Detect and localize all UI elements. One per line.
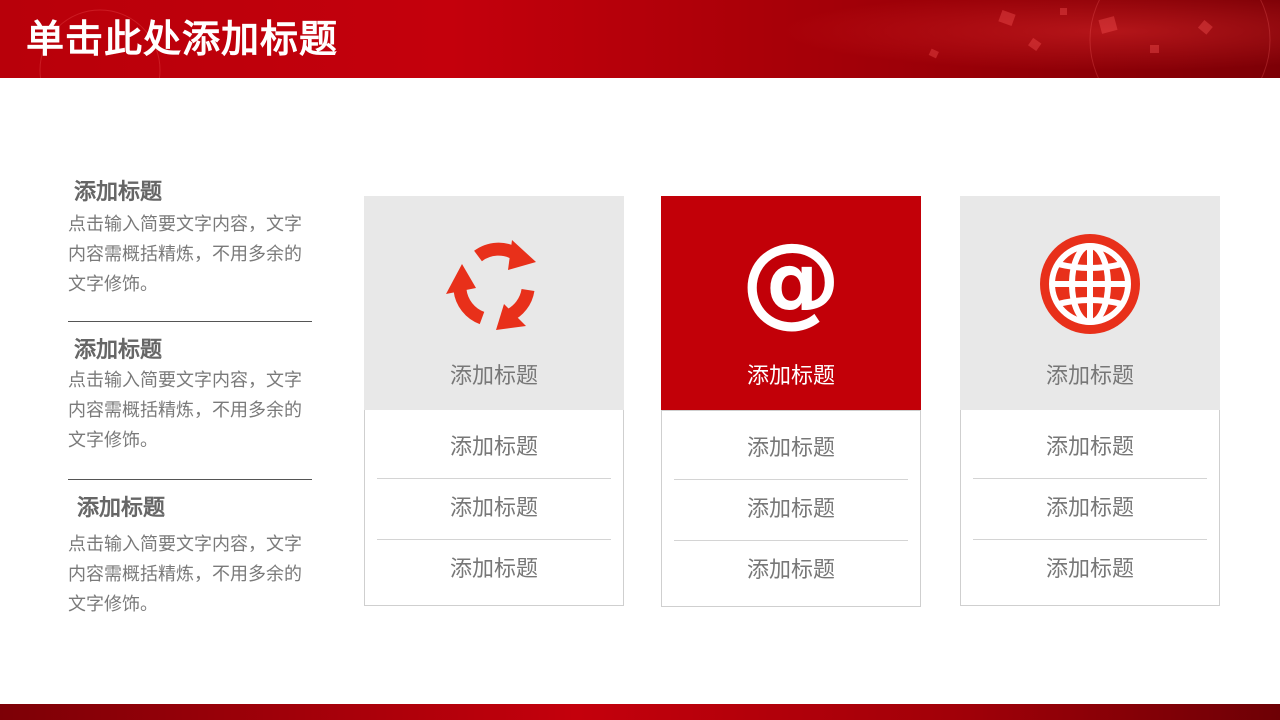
card-title[interactable]: 添加标题 xyxy=(661,362,921,392)
svg-text:@: @ xyxy=(741,234,841,334)
card-list: 添加标题 添加标题 添加标题 xyxy=(661,410,921,607)
list-item[interactable]: 添加标题 xyxy=(377,540,611,600)
footer-strip xyxy=(0,704,1280,720)
card-list: 添加标题 添加标题 添加标题 xyxy=(960,410,1220,606)
card-header: 添加标题 xyxy=(960,196,1220,410)
card-at: @ 添加标题 添加标题 添加标题 添加标题 xyxy=(661,196,921,607)
list-item[interactable]: 添加标题 xyxy=(973,418,1207,478)
left-item-1: 添加标题 点击输入简要文字内容，文字内容需概括精炼，不用多余的文字修饰。 xyxy=(68,178,312,300)
globe-icon xyxy=(1040,234,1140,334)
left-item-desc[interactable]: 点击输入简要文字内容，文字内容需概括精炼，不用多余的文字修饰。 xyxy=(68,530,312,620)
header-banner: 单击此处添加标题 xyxy=(0,0,1280,78)
left-divider xyxy=(68,321,312,322)
card-header: @ 添加标题 xyxy=(661,196,921,410)
card-globe: 添加标题 添加标题 添加标题 添加标题 xyxy=(960,196,1220,607)
left-item-title[interactable]: 添加标题 xyxy=(68,178,312,208)
list-item[interactable]: 添加标题 xyxy=(973,479,1207,539)
list-item[interactable]: 添加标题 xyxy=(674,419,908,479)
left-item-desc[interactable]: 点击输入简要文字内容，文字内容需概括精炼，不用多余的文字修饰。 xyxy=(68,366,312,456)
card-header: 添加标题 xyxy=(364,196,624,410)
list-item[interactable]: 添加标题 xyxy=(377,418,611,478)
left-item-3: 添加标题 点击输入简要文字内容，文字内容需概括精炼，不用多余的文字修饰。 xyxy=(68,494,312,620)
recycle-icon xyxy=(446,240,536,330)
card-list: 添加标题 添加标题 添加标题 xyxy=(364,410,624,606)
card-title[interactable]: 添加标题 xyxy=(364,362,624,392)
list-item[interactable]: 添加标题 xyxy=(674,480,908,540)
left-item-title[interactable]: 添加标题 xyxy=(68,336,312,366)
card-recycle: 添加标题 添加标题 添加标题 添加标题 xyxy=(364,196,624,607)
left-divider xyxy=(68,479,312,480)
left-item-title[interactable]: 添加标题 xyxy=(68,494,312,524)
at-sign-icon: @ xyxy=(741,234,841,334)
left-item-desc[interactable]: 点击输入简要文字内容，文字内容需概括精炼，不用多余的文字修饰。 xyxy=(68,210,312,300)
list-item[interactable]: 添加标题 xyxy=(377,479,611,539)
card-title[interactable]: 添加标题 xyxy=(960,362,1220,392)
list-item[interactable]: 添加标题 xyxy=(674,541,908,601)
list-item[interactable]: 添加标题 xyxy=(973,540,1207,600)
left-item-2: 添加标题 点击输入简要文字内容，文字内容需概括精炼，不用多余的文字修饰。 xyxy=(68,336,312,456)
page-title[interactable]: 单击此处添加标题 xyxy=(26,14,338,64)
